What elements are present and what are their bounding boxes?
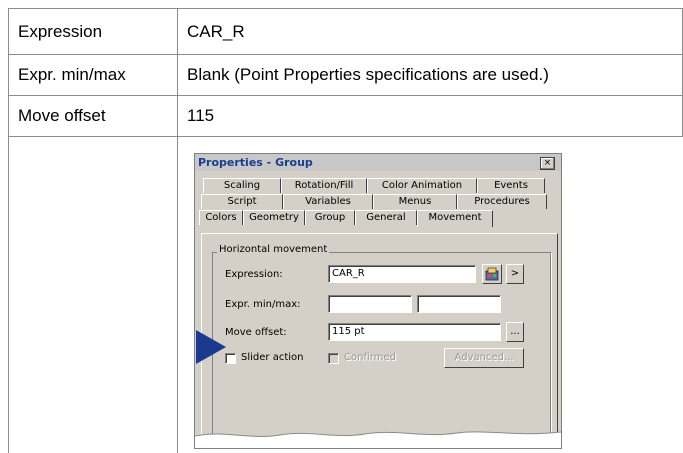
move-offset-browse-button[interactable]: ... (506, 322, 524, 342)
expr-max-input[interactable] (417, 295, 501, 313)
row-value: Blank (Point Properties specifications a… (178, 55, 683, 96)
tab-movement[interactable]: Movement (417, 210, 493, 227)
properties-dialog: Properties - Group × Scaling Rotation/Fi… (194, 153, 562, 449)
row-value: CAR_R (178, 9, 683, 55)
row-value: 115 (178, 96, 683, 137)
row-label: Expression (9, 9, 178, 55)
advanced-button[interactable]: Advanced... (444, 348, 524, 368)
group-title: Horizontal movement (217, 244, 329, 255)
row-label (9, 137, 178, 453)
confirmed-label: Confirmed (344, 352, 396, 363)
tab-events[interactable]: Events (477, 178, 545, 193)
torn-edge (195, 418, 561, 448)
dialog-title: Properties - Group (198, 156, 313, 169)
close-button[interactable]: × (540, 157, 555, 170)
tab-color-animation[interactable]: Color Animation (367, 178, 477, 193)
tab-row-2: Script Variables Menus Procedures (201, 194, 547, 209)
dialog-titlebar: Properties - Group (195, 154, 561, 171)
pointer-arrow-icon (196, 330, 226, 364)
slider-action-label: Slider action (241, 352, 303, 363)
tab-rotation-fill[interactable]: Rotation/Fill (281, 178, 367, 193)
tab-row-1: Scaling Rotation/Fill Color Animation Ev… (203, 178, 545, 193)
table-row: Expression CAR_R (9, 9, 683, 55)
tab-geometry[interactable]: Geometry (243, 210, 305, 225)
table-row: Expr. min/max Blank (Point Properties sp… (9, 55, 683, 96)
tab-scaling[interactable]: Scaling (203, 178, 281, 193)
tab-menus[interactable]: Menus (373, 194, 457, 209)
expr-minmax-label: Expr. min/max: (225, 299, 301, 310)
expression-label: Expression: (225, 269, 283, 280)
tab-colors[interactable]: Colors (199, 210, 243, 225)
row-label: Move offset (9, 96, 178, 137)
move-offset-input[interactable]: 115 pt (328, 323, 501, 341)
tab-general[interactable]: General (355, 210, 417, 225)
close-icon: × (544, 158, 552, 168)
tab-variables[interactable]: Variables (283, 194, 373, 209)
expression-builder-icon (485, 267, 499, 281)
tab-script[interactable]: Script (201, 194, 283, 209)
expr-min-input[interactable] (328, 295, 412, 313)
expression-input[interactable]: CAR_R (328, 265, 476, 283)
tab-group[interactable]: Group (305, 210, 355, 225)
confirmed-checkbox[interactable] (328, 353, 339, 364)
move-offset-label: Move offset: (225, 327, 287, 338)
row-label: Expr. min/max (9, 55, 178, 96)
expression-builder-button[interactable] (482, 264, 502, 284)
table-row: Move offset 115 (9, 96, 683, 137)
expression-arrow-button[interactable]: > (506, 264, 524, 284)
tab-procedures[interactable]: Procedures (457, 194, 547, 209)
slider-action-checkbox[interactable] (225, 353, 236, 364)
tab-row-3: Colors Geometry Group General Movement (199, 210, 493, 225)
